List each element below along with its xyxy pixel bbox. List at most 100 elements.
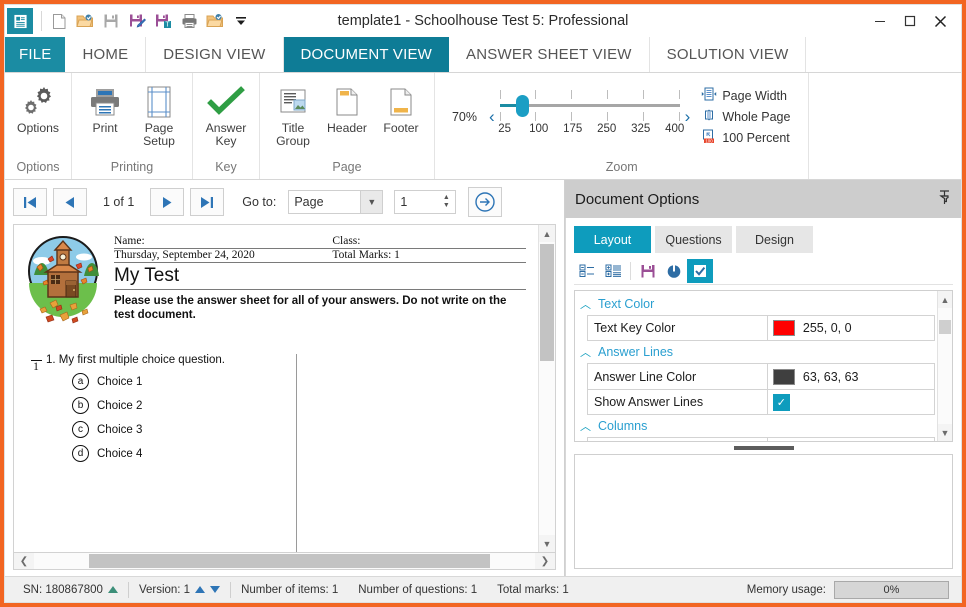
status-serial-number[interactable]: SN: 180867800 xyxy=(13,581,128,599)
property-row-answer-line-color[interactable]: Answer Line Color 63, 63, 63 xyxy=(587,363,935,389)
save-template-icon[interactable]: T xyxy=(150,8,176,34)
expand-all-icon[interactable] xyxy=(600,259,626,283)
vertical-scroll-track[interactable] xyxy=(539,242,555,535)
chevron-up-icon[interactable]: ︿ xyxy=(580,418,591,434)
property-group-columns[interactable]: ︿ Columns xyxy=(577,415,937,437)
scroll-up-icon[interactable]: ▲ xyxy=(539,225,555,242)
choice-item: d Choice 4 xyxy=(72,445,526,462)
property-group-text-color[interactable]: ︿ Text Color xyxy=(577,293,937,315)
property-value[interactable]: ✓ xyxy=(768,390,934,414)
first-page-button[interactable] xyxy=(13,188,47,216)
scroll-down-icon[interactable]: ▼ xyxy=(938,424,952,441)
open-icon[interactable] xyxy=(72,8,98,34)
tab-layout[interactable]: Layout xyxy=(574,226,651,253)
options-button[interactable]: Options xyxy=(11,80,65,137)
color-swatch[interactable] xyxy=(773,320,795,336)
choice-bubble: a xyxy=(72,373,89,390)
status-questions-count: Number of questions: 1 xyxy=(348,581,487,599)
document-instructions: Please use the answer sheet for all of y… xyxy=(114,290,526,322)
horizontal-scroll-track[interactable] xyxy=(34,553,535,569)
property-value[interactable]: 255, 0, 0 xyxy=(768,316,934,340)
minimize-button[interactable] xyxy=(865,8,895,34)
app-menu-icon[interactable] xyxy=(7,8,33,34)
print-icon[interactable] xyxy=(176,8,202,34)
page-width-button[interactable]: Page Width xyxy=(701,87,790,104)
customize-dropdown-icon[interactable] xyxy=(228,8,254,34)
ribbon-tab-file[interactable]: FILE xyxy=(5,37,65,72)
save-settings-icon[interactable] xyxy=(635,259,661,283)
header-button[interactable]: Header xyxy=(320,80,374,137)
hundred-percent-button[interactable]: 100 100 Percent xyxy=(701,129,790,147)
collapse-all-icon[interactable] xyxy=(574,259,600,283)
tab-questions[interactable]: Questions xyxy=(655,226,732,253)
version-up-icon[interactable] xyxy=(195,586,205,593)
zoom-slider[interactable]: 25 100 175 250 325 400 xyxy=(500,86,680,148)
whole-page-button[interactable]: Whole Page xyxy=(701,108,790,125)
horizontal-scroll-thumb[interactable] xyxy=(89,554,490,568)
goto-page-stepper[interactable]: 1 ▲▼ xyxy=(394,190,456,214)
property-grid[interactable]: ︿ Text Color Text Key Color 255, 0, 0 ︿ xyxy=(574,290,953,442)
scroll-right-icon[interactable]: ❯ xyxy=(535,553,555,569)
preview-horizontal-scrollbar[interactable]: ❮ ❯ xyxy=(13,553,556,570)
close-button[interactable] xyxy=(925,8,955,34)
chevron-down-icon[interactable]: ▼ xyxy=(360,191,382,213)
serial-up-icon[interactable] xyxy=(108,586,118,593)
footer-button[interactable]: Footer xyxy=(374,80,428,137)
new-icon[interactable] xyxy=(46,8,72,34)
scroll-down-icon[interactable]: ▼ xyxy=(539,535,555,552)
ribbon-tab-document-view[interactable]: DOCUMENT VIEW xyxy=(284,37,450,72)
scroll-left-icon[interactable]: ❮ xyxy=(14,553,34,569)
preview-vertical-scrollbar[interactable]: ▲ ▼ xyxy=(538,225,555,552)
property-grid-toolbar xyxy=(574,259,953,285)
schoolhouse-autumn-logo-icon xyxy=(26,235,104,332)
pin-icon[interactable] xyxy=(938,190,951,208)
title-group-button[interactable]: Title Group xyxy=(266,80,320,150)
chevron-up-icon[interactable]: ︿ xyxy=(580,296,591,312)
ribbon-tab-solution-view[interactable]: SOLUTION VIEW xyxy=(650,37,807,72)
goto-type-select[interactable]: Page ▼ xyxy=(288,190,383,214)
ribbon-tab-design-view[interactable]: DESIGN VIEW xyxy=(146,37,283,72)
grid-scroll-track[interactable] xyxy=(938,308,952,424)
last-page-button[interactable] xyxy=(190,188,224,216)
answer-key-button[interactable]: Answer Key xyxy=(199,80,253,150)
goto-page-value[interactable]: 1 xyxy=(395,195,437,209)
ribbon-tab-answer-sheet-view[interactable]: ANSWER SHEET VIEW xyxy=(449,37,650,72)
previous-page-button[interactable] xyxy=(53,188,87,216)
property-row-text-key-color[interactable]: Text Key Color 255, 0, 0 xyxy=(587,315,935,341)
property-row-show-answer-lines[interactable]: Show Answer Lines ✓ xyxy=(587,389,935,415)
scroll-up-icon[interactable]: ▲ xyxy=(938,291,952,308)
tab-design[interactable]: Design xyxy=(736,226,813,253)
status-total-marks: Total marks: 1 xyxy=(487,581,579,599)
ribbon-tab-home[interactable]: HOME xyxy=(65,37,146,72)
property-group-answer-lines[interactable]: ︿ Answer Lines xyxy=(577,341,937,363)
save-edit-icon[interactable] xyxy=(124,8,150,34)
document-page[interactable]: Name: Class: Thursday, September 24, 202… xyxy=(14,225,538,552)
status-version[interactable]: Version: 1 xyxy=(129,581,230,599)
ribbon-group-options: Options Options xyxy=(5,73,72,179)
date-marks-row: Thursday, September 24, 2020 Total Marks… xyxy=(114,249,526,263)
go-button[interactable] xyxy=(468,187,502,217)
qat-divider xyxy=(41,11,42,31)
zoom-preset-list: Page Width Whole Page 100 100 Percent xyxy=(695,78,800,156)
chevron-up-icon[interactable]: ︿ xyxy=(580,344,591,360)
panel-splitter[interactable] xyxy=(574,442,953,454)
color-swatch[interactable] xyxy=(773,369,795,385)
version-down-icon[interactable] xyxy=(210,586,220,593)
stepper-arrows[interactable]: ▲▼ xyxy=(437,194,455,210)
property-value[interactable]: 63, 63, 63 xyxy=(768,364,934,389)
open-template-icon[interactable] xyxy=(202,8,228,34)
maximize-button[interactable] xyxy=(895,8,925,34)
vertical-scroll-thumb[interactable] xyxy=(540,244,554,361)
question-body: 1. My first multiple choice question. a … xyxy=(46,354,526,462)
apply-checkbox-icon[interactable] xyxy=(687,259,713,283)
grid-scroll-thumb[interactable] xyxy=(939,320,951,334)
print-button[interactable]: Print xyxy=(78,80,132,137)
next-page-button[interactable] xyxy=(150,188,184,216)
page-setup-button[interactable]: Page Setup xyxy=(132,80,186,150)
property-grid-scrollbar[interactable]: ▲ ▼ xyxy=(937,291,952,441)
checkbox-checked-icon[interactable]: ✓ xyxy=(773,394,790,411)
page-setup-label: Page Setup xyxy=(133,122,185,148)
save-icon[interactable] xyxy=(98,8,124,34)
reset-settings-icon[interactable] xyxy=(661,259,687,283)
preview-container: Name: Class: Thursday, September 24, 202… xyxy=(5,224,564,576)
